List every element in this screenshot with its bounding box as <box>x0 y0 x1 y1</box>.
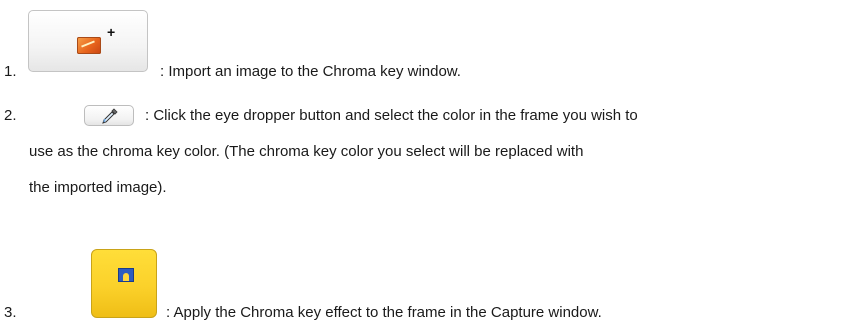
item-1-text: : Import an image to the Chroma key wind… <box>160 63 461 80</box>
item-1-number: 1. <box>4 63 17 80</box>
eye-dropper-icon <box>102 108 118 124</box>
item-3-number: 3. <box>4 304 17 321</box>
image-icon <box>77 37 101 54</box>
item-2-text-line-3: the imported image). <box>29 179 167 196</box>
apply-chroma-key-button[interactable] <box>91 249 157 318</box>
item-3-text: : Apply the Chroma key effect to the fra… <box>166 304 602 321</box>
eye-dropper-button[interactable] <box>84 105 134 126</box>
item-2-text-line-1: : Click the eye dropper button and selec… <box>145 107 638 124</box>
item-2-text-line-2: use as the chroma key color. (The chroma… <box>29 143 584 160</box>
chroma-key-apply-icon <box>118 268 134 282</box>
import-image-button[interactable]: + <box>28 10 148 72</box>
item-2-number: 2. <box>4 107 17 124</box>
plus-icon: + <box>107 24 116 40</box>
